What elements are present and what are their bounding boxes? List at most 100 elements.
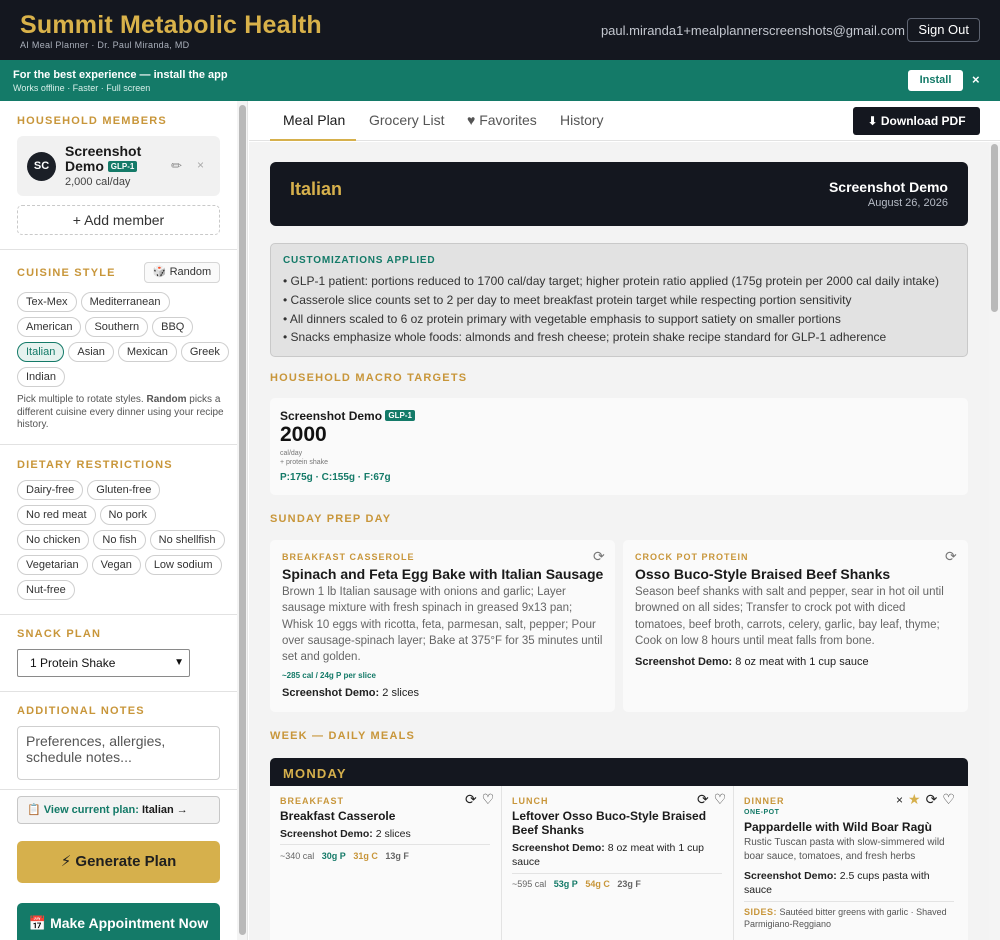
divider — [0, 691, 237, 692]
meal-actions: ⟳ ♡ — [692, 791, 726, 808]
sign-out-button[interactable]: Sign Out — [907, 18, 980, 42]
heart-icon[interactable]: ♡ — [482, 791, 495, 807]
main-scroll-thumb[interactable] — [991, 144, 998, 312]
plan-header: Italian Screenshot Demo August 26, 2026 — [270, 162, 968, 226]
customization-item: • Snacks emphasize whole foods: almonds … — [283, 330, 887, 345]
cuisine-chip-mediterranean[interactable]: Mediterranean — [80, 292, 170, 312]
view-current-plan-button[interactable]: 📋 View current plan: Italian → — [17, 796, 220, 824]
cuisine-chip-tex-mex[interactable]: Tex-Mex — [17, 292, 77, 312]
divider — [0, 789, 237, 790]
diet-chip-no-fish[interactable]: No fish — [93, 530, 146, 550]
prep-title: Osso Buco-Style Braised Beef Shanks — [635, 566, 891, 582]
install-banner: For the best experience — install the ap… — [0, 60, 1000, 101]
tab-meal-plan[interactable]: Meal Plan — [283, 112, 345, 128]
plan-cuisine: Italian — [290, 179, 343, 199]
diet-chip-gluten-free[interactable]: Gluten-free — [87, 480, 161, 500]
snack-plan-select[interactable]: 1 Protein Shake ▼ — [17, 649, 190, 677]
cuisine-chip-mexican[interactable]: Mexican — [117, 342, 177, 362]
edit-icon[interactable]: ✏ — [171, 158, 182, 174]
diet-chip-no-chicken[interactable]: No chicken — [17, 530, 90, 550]
main-scrollbar[interactable] — [989, 142, 1000, 940]
refresh-icon[interactable]: ⟳ — [593, 548, 605, 565]
tab-history[interactable]: History — [560, 112, 604, 128]
meal-fat: 23g F — [617, 879, 641, 889]
divider — [512, 873, 722, 874]
close-icon[interactable]: × — [972, 72, 980, 87]
active-tab-underline — [270, 139, 356, 141]
cuisine-chip-bbq[interactable]: BBQ — [152, 317, 194, 337]
dietary-heading: DIETARY RESTRICTIONS — [17, 459, 173, 471]
refresh-icon[interactable]: ⟳ — [465, 791, 477, 807]
diet-chip-vegan[interactable]: Vegan — [91, 555, 141, 575]
heart-icon[interactable]: ♡ — [714, 791, 727, 807]
meal-cal: ~595 cal — [512, 879, 547, 889]
tab-grocery-list[interactable]: Grocery List — [369, 112, 444, 128]
divider — [0, 444, 237, 445]
star-icon[interactable]: ★ — [908, 791, 921, 807]
customizations-panel: CUSTOMIZATIONS APPLIED • GLP-1 patient: … — [270, 243, 968, 357]
meal-breakfast[interactable]: BREAKFAST Breakfast Casserole Screenshot… — [270, 786, 502, 940]
close-icon[interactable]: × — [896, 793, 903, 807]
random-cuisine-button[interactable]: 🎲 Random — [144, 262, 220, 283]
meal-serving: Screenshot Demo: 2 slices — [280, 827, 411, 841]
remove-member-icon[interactable]: × — [197, 158, 204, 172]
diet-chip-dairy-free[interactable]: Dairy-free — [17, 480, 84, 500]
heart-icon[interactable]: ♡ — [942, 791, 955, 807]
customization-item: • Casserole slice counts set to 2 per da… — [283, 292, 852, 307]
cuisine-chip-greek[interactable]: Greek — [180, 342, 229, 362]
prep-tag: BREAKFAST CASSEROLE — [282, 552, 415, 562]
diet-chip-no-shellfish[interactable]: No shellfish — [149, 530, 225, 550]
cuisine-heading: CUISINE STYLE — [17, 267, 116, 279]
sidebar: HOUSEHOLD MEMBERS SC Screenshot Demo GLP… — [0, 101, 248, 940]
brand-subtitle: AI Meal Planner · Dr. Paul Miranda, MD — [20, 40, 190, 50]
cuisine-chip-italian[interactable]: Italian — [17, 342, 65, 362]
make-appointment-button[interactable]: 📅 Make Appointment Now — [17, 903, 220, 940]
download-pdf-button[interactable]: ⬇ Download PDF — [853, 107, 980, 135]
install-button[interactable]: Install — [908, 70, 963, 91]
install-subtitle: Works offline · Faster · Full screen — [13, 83, 151, 93]
generate-plan-button[interactable]: ⚡ Generate Plan — [17, 841, 220, 883]
meal-protein: 53g P — [553, 879, 578, 889]
meal-dinner[interactable]: DINNER ONE-POT Pappardelle with Wild Boa… — [734, 786, 968, 940]
install-title: For the best experience — install the ap… — [13, 69, 228, 81]
refresh-icon[interactable]: ⟳ — [926, 791, 938, 807]
diet-chip-no-pork[interactable]: No pork — [99, 505, 157, 525]
cuisine-chip-indian[interactable]: Indian — [17, 367, 65, 387]
top-header: Summit Metabolic Health AI Meal Planner … — [0, 0, 1000, 60]
divider — [280, 844, 490, 845]
meal-lunch[interactable]: LUNCH Leftover Osso Buco-Style Braised B… — [502, 786, 734, 940]
prep-serving-value: 2 slices — [382, 687, 419, 699]
diet-chip-no-red-meat[interactable]: No red meat — [17, 505, 96, 525]
cuisine-chips: Tex-Mex Mediterranean American Southern BBQ I… — [17, 292, 232, 387]
cuisine-chip-southern[interactable]: Southern — [85, 317, 149, 337]
prep-description: Brown 1 lb Italian sausage with onions a… — [282, 586, 603, 664]
diet-chip-vegetarian[interactable]: Vegetarian — [17, 555, 88, 575]
meal-serving-name: Screenshot Demo: — [512, 842, 605, 854]
cuisine-note-text: Pick multiple to rotate styles. — [17, 394, 147, 405]
cuisine-chip-american[interactable]: American — [17, 317, 82, 337]
add-member-button[interactable]: + Add member — [17, 205, 220, 235]
cuisine-chip-asian[interactable]: Asian — [68, 342, 114, 362]
prep-nutrition: ~285 cal / 24g P per slice — [282, 671, 376, 680]
refresh-icon[interactable]: ⟳ — [945, 548, 957, 565]
prep-serving-name: Screenshot Demo: — [635, 656, 733, 668]
sides-label: SIDES: — [744, 907, 778, 917]
sidebar-scroll-thumb[interactable] — [239, 105, 246, 935]
avatar: SC — [27, 152, 56, 181]
prep-card-casserole: BREAKFAST CASSEROLE Spinach and Feta Egg… — [270, 540, 615, 712]
member-card[interactable]: SC Screenshot Demo GLP-1 2,000 cal/day ✏… — [17, 136, 220, 196]
diet-chip-nut-free[interactable]: Nut-free — [17, 580, 75, 600]
divider — [0, 614, 237, 615]
sidebar-scrollbar[interactable] — [237, 101, 247, 940]
day-card-monday: MONDAY BREAKFAST Breakfast Casserole Scr… — [270, 758, 968, 940]
refresh-icon[interactable]: ⟳ — [697, 791, 709, 807]
tab-favorites[interactable]: ♥ Favorites — [467, 112, 537, 128]
member-calories: 2,000 cal/day — [65, 176, 131, 188]
diet-chip-low-sodium[interactable]: Low sodium — [144, 555, 222, 575]
notes-textarea[interactable]: Preferences, allergies, schedule notes..… — [17, 726, 220, 780]
macro-card: Screenshot Demo GLP-1 2000 cal/day + pro… — [270, 398, 968, 495]
meal-actions: ⟳ ♡ — [460, 791, 494, 808]
prep-title: Spinach and Feta Egg Bake with Italian S… — [282, 566, 604, 582]
view-plan-label: 📋 View current plan: — [27, 804, 142, 816]
customizations-heading: CUSTOMIZATIONS APPLIED — [283, 255, 436, 266]
